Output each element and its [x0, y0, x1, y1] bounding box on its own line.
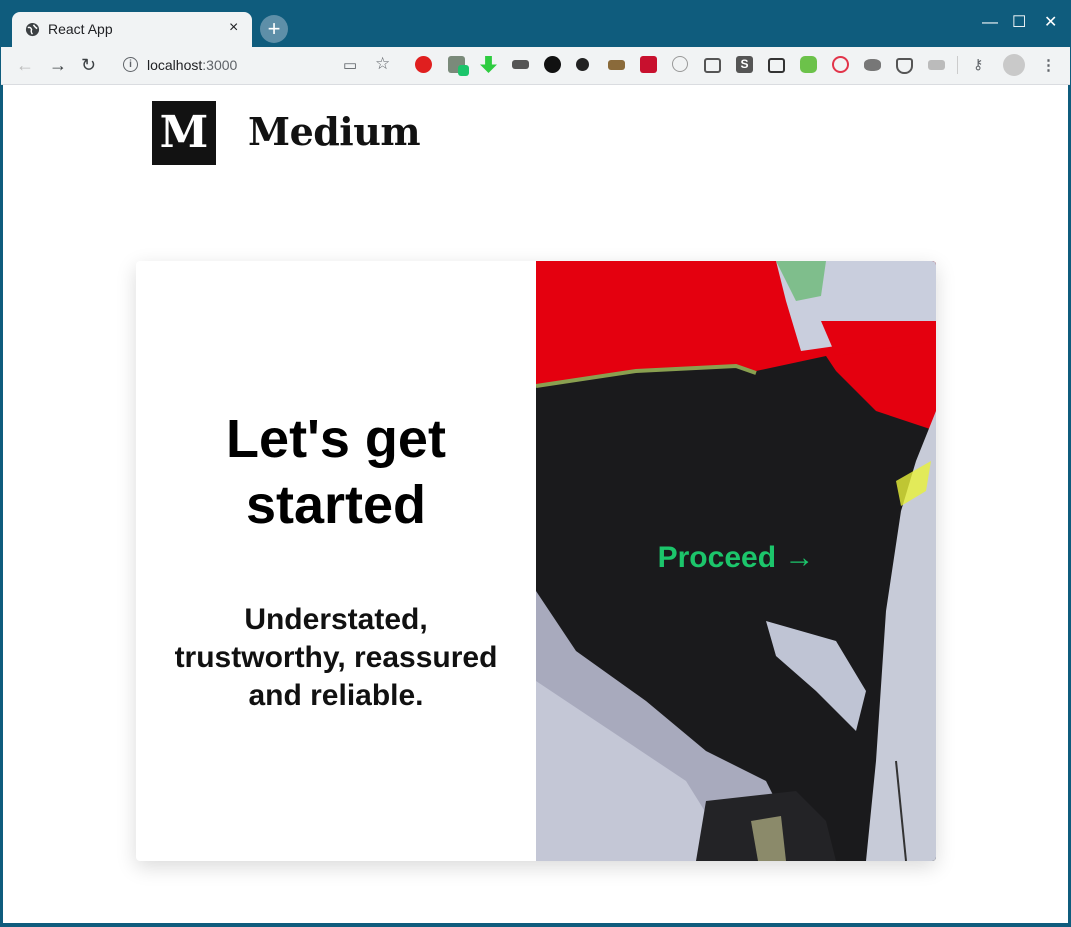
browser-toolbar: ← → ↻ i localhost:3000 ▭ ☆ S ⚷ ⋮ — [1, 47, 1070, 85]
extension-icon-6[interactable] — [576, 58, 589, 71]
bookmark-star-icon[interactable]: ☆ — [375, 54, 390, 74]
headline: Let's get started — [226, 409, 446, 535]
tab-title: React App — [48, 21, 113, 37]
extension-icon-13[interactable] — [832, 56, 849, 73]
brand-name: Medium — [248, 109, 421, 154]
nodejs-extension-icon[interactable] — [800, 56, 817, 73]
download-extension-icon[interactable] — [480, 56, 497, 73]
menu-dots-icon[interactable]: ⋮ — [1041, 56, 1056, 74]
page-content: M Medium Let's get started Understated, … — [3, 85, 1068, 923]
extension-badge — [458, 65, 469, 76]
minimize-icon[interactable]: — — [982, 14, 998, 32]
extension-icon-4[interactable] — [512, 60, 529, 69]
back-arrow-icon[interactable]: ← — [16, 55, 34, 76]
reload-icon[interactable]: ↻ — [81, 55, 96, 76]
key-icon[interactable]: ⚷ — [973, 56, 983, 73]
extension-icon-16[interactable] — [928, 60, 945, 70]
timer-extension-icon[interactable] — [672, 56, 688, 72]
url-host: localhost — [147, 57, 203, 73]
globe-icon — [25, 22, 40, 37]
url-port: :3000 — [202, 57, 238, 73]
opera-extension-icon[interactable] — [415, 56, 432, 73]
extension-icon-8[interactable] — [640, 56, 657, 73]
close-window-icon[interactable]: ✕ — [1044, 12, 1057, 32]
tab-close-icon[interactable]: × — [229, 19, 238, 37]
browser-window: React App × + — ☐ ✕ ← → ↻ i localhost:30… — [0, 0, 1071, 927]
gnome-extension-icon[interactable] — [544, 56, 561, 73]
tab-strip: React App × + — ☐ ✕ — [0, 0, 1071, 47]
database-extension-icon[interactable] — [864, 59, 881, 71]
onboarding-card: Let's get started Understated, trustwort… — [136, 261, 936, 861]
forward-arrow-icon[interactable]: → — [49, 55, 67, 76]
extension-icon-7[interactable] — [608, 60, 625, 70]
new-tab-button[interactable]: + — [260, 15, 288, 43]
address-bar[interactable]: i localhost:3000 — [113, 50, 403, 80]
maximize-icon[interactable]: ☐ — [1012, 12, 1026, 32]
toolbar-divider — [957, 56, 958, 74]
card-text-panel: Let's get started Understated, trustwort… — [136, 261, 536, 861]
s-extension-icon[interactable]: S — [736, 56, 753, 73]
cast-icon[interactable]: ▭ — [343, 56, 357, 74]
site-info-icon[interactable]: i — [123, 57, 138, 72]
tabs-extension-icon[interactable] — [704, 58, 721, 73]
artwork-panel: Proceed → — [536, 261, 936, 861]
url-text[interactable]: localhost:3000 — [147, 57, 237, 73]
proceed-link[interactable]: Proceed → — [536, 541, 936, 575]
tab-react-app[interactable]: React App × — [12, 12, 252, 47]
profile-avatar[interactable] — [1003, 54, 1025, 76]
screenshot-extension-icon[interactable] — [768, 58, 785, 73]
subheadline: Understated, trustworthy, reassured and … — [174, 603, 498, 712]
pocket-extension-icon[interactable] — [896, 58, 913, 74]
medium-logo-icon[interactable]: M — [152, 101, 216, 165]
